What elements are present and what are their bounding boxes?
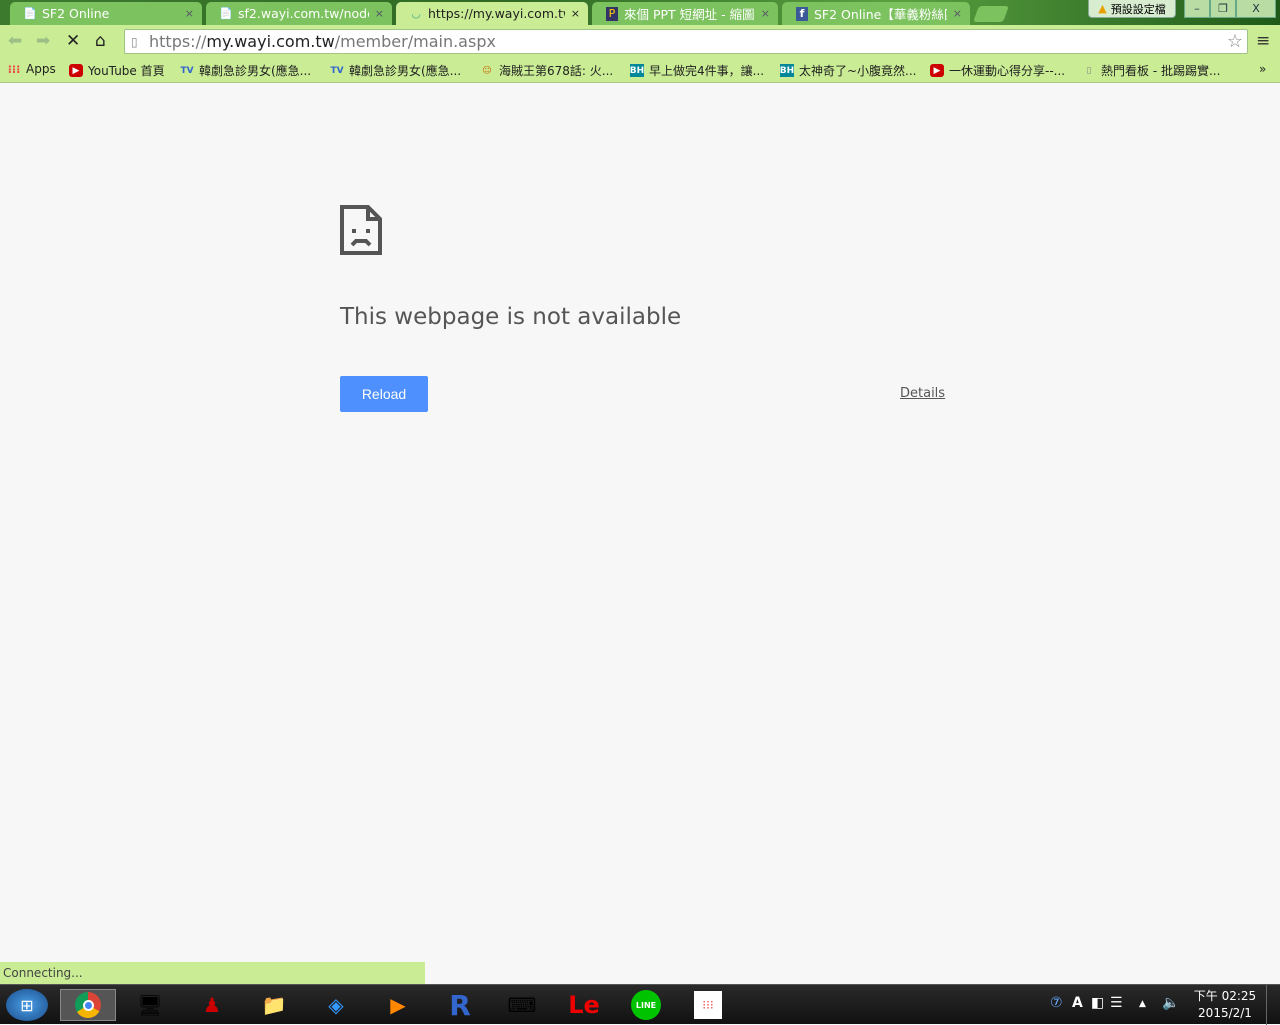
- monitor-app-icon[interactable]: 🖥: [130, 989, 170, 1021]
- half-width-icon[interactable]: ◧: [1091, 995, 1104, 1011]
- status-bubble: Connecting...: [0, 962, 425, 984]
- r-app-icon[interactable]: R: [440, 989, 480, 1022]
- page-icon: 📄: [219, 7, 233, 20]
- page-icon: ▯: [131, 34, 138, 49]
- input-panel-icon[interactable]: ☰: [1110, 995, 1123, 1011]
- reload-button[interactable]: Reload: [340, 376, 428, 412]
- stop-icon[interactable]: ✕: [66, 31, 80, 51]
- chrome-icon: [75, 992, 101, 1018]
- close-window-button[interactable]: X: [1236, 0, 1276, 18]
- tv-icon: TV: [330, 65, 344, 76]
- toolbar: ⬅ ➡ ✕ ⌂ ▯ https://my.wayi.com.tw/member/…: [0, 25, 1280, 58]
- error-title: This webpage is not available: [340, 304, 682, 330]
- bookmark[interactable]: BH 早上做完4件事，讓...: [630, 62, 764, 79]
- cartoon-icon: ☺: [482, 65, 492, 76]
- page-content: This webpage is not available Reload Det…: [0, 84, 1280, 984]
- bookmarks-bar: ⁝⁝⁝ Apps ▶ YouTube 首頁 TV 韓劇急診男女(應急... TV 韓劇急…: [0, 58, 1280, 83]
- tab-active[interactable]: ◡ https://my.wayi.com.tw/×: [396, 2, 588, 25]
- new-tab-button[interactable]: [973, 6, 1009, 22]
- bookmark[interactable]: TV 韓劇急診男女(應急...: [180, 62, 311, 79]
- line-app-icon[interactable]: LINE: [626, 989, 666, 1021]
- tab[interactable]: P 來個 PPT 短網址 - 縮圖剪 ×: [592, 2, 778, 25]
- close-tab-icon[interactable]: ×: [185, 7, 194, 20]
- bookmark[interactable]: TV 韓劇急診男女(應急...: [330, 62, 461, 79]
- tab-strip: 📄SF2 Online× 📄sf2.wayi.com.tw/node_jc× ◡…: [0, 0, 1280, 25]
- game-app-icon[interactable]: ♟: [192, 989, 232, 1021]
- back-icon[interactable]: ⬅: [8, 31, 22, 51]
- ime-icon[interactable]: ⑦: [1050, 995, 1063, 1011]
- clock[interactable]: 下午 02:25 2015/2/1: [1190, 988, 1260, 1022]
- volume-icon[interactable]: 🔈: [1162, 995, 1179, 1011]
- restore-button[interactable]: ❐: [1210, 0, 1236, 18]
- bookmark-apps[interactable]: ⁝⁝⁝ Apps: [7, 62, 56, 76]
- close-tab-icon[interactable]: ×: [761, 7, 770, 20]
- menu-icon[interactable]: ≡: [1256, 31, 1270, 51]
- loading-spinner-icon: ◡: [411, 7, 421, 20]
- youtube-icon: ▶: [930, 64, 944, 77]
- page-icon: ▯: [1086, 65, 1092, 76]
- taskbar-chrome[interactable]: [60, 989, 116, 1021]
- close-tab-icon[interactable]: ×: [953, 7, 962, 20]
- apps-icon: ⁝⁝⁝: [7, 62, 21, 76]
- bookmark[interactable]: BH 太神奇了~小腹竟然...: [780, 62, 917, 79]
- app-icon[interactable]: ◈: [316, 989, 356, 1021]
- show-hidden-icons[interactable]: ▲: [1139, 999, 1146, 1009]
- bookmark[interactable]: ▯ 熱門看板 - 批踢踢實...: [1082, 62, 1221, 79]
- forward-icon[interactable]: ➡: [36, 31, 50, 51]
- home-icon[interactable]: ⌂: [95, 31, 106, 51]
- bookmark-star-icon[interactable]: ☆: [1227, 31, 1243, 52]
- start-button[interactable]: ⊞: [6, 989, 48, 1021]
- bh-icon: BH: [779, 64, 795, 77]
- tab[interactable]: 📄 SF2 Online ×: [10, 2, 202, 25]
- page-icon: 📄: [23, 7, 37, 20]
- youtube-icon: ▶: [69, 64, 83, 77]
- remote-desktop-icon[interactable]: ⌨: [502, 989, 542, 1021]
- warning-icon: ▲: [1098, 2, 1107, 15]
- font-icon[interactable]: A: [1072, 995, 1083, 1011]
- bookmark[interactable]: ☺ 海賊王第678話: 火...: [480, 62, 613, 79]
- tab[interactable]: fSF2 Online【華義粉絲團】×: [782, 2, 970, 25]
- close-tab-icon[interactable]: ×: [571, 7, 580, 20]
- bookmarks-overflow-button[interactable]: »: [1259, 62, 1266, 76]
- file-explorer-icon[interactable]: 📁: [254, 989, 294, 1021]
- bookmark[interactable]: ▶ YouTube 首頁: [69, 62, 165, 79]
- taskbar: ⊞ 🖥 ♟ 📁 ◈ ▶ R ⌨ Le LINE ⁝⁝⁝ ⑦ A ◧ ☰ ▲ 🔈 …: [0, 984, 1280, 1025]
- show-desktop-button[interactable]: [1266, 985, 1280, 1025]
- apps-launcher-icon[interactable]: ⁝⁝⁝: [688, 989, 728, 1021]
- ppt-icon: P: [606, 6, 618, 21]
- address-bar[interactable]: ▯ https://my.wayi.com.tw/member/main.asp…: [124, 29, 1248, 54]
- details-link[interactable]: Details: [900, 386, 945, 401]
- tab[interactable]: 📄sf2.wayi.com.tw/node_jc×: [206, 2, 392, 25]
- close-tab-icon[interactable]: ×: [375, 7, 384, 20]
- facebook-icon: f: [796, 6, 808, 21]
- sad-page-icon: [340, 205, 382, 255]
- minimize-button[interactable]: –: [1184, 0, 1210, 18]
- media-player-icon[interactable]: ▶: [378, 989, 418, 1021]
- windows-icon: ⊞: [20, 995, 34, 1015]
- profile-button[interactable]: ▲ 預設設定檔: [1088, 0, 1176, 18]
- tv-icon: TV: [180, 65, 194, 76]
- bookmark[interactable]: ▶ 一休運動心得分享--...: [930, 62, 1065, 79]
- bh-icon: BH: [629, 64, 645, 77]
- le-app-icon[interactable]: Le: [564, 989, 604, 1021]
